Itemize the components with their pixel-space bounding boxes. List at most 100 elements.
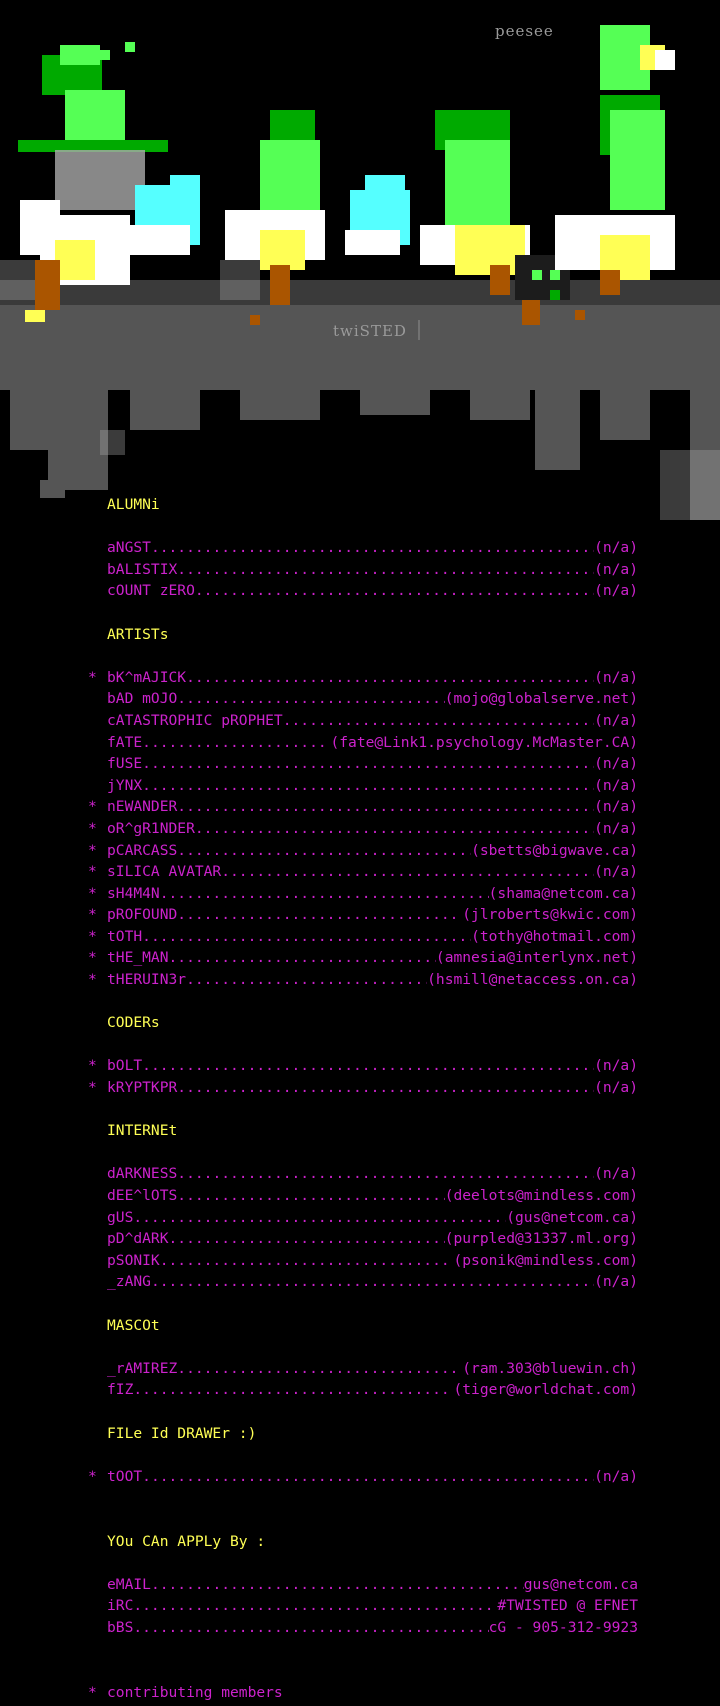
member-line: dARKNESS (n/a) [107, 1163, 638, 1185]
member-entry: jYNX (n/a) [0, 775, 720, 797]
member-line: pD^dARK (purpled@31337.ml.org) [107, 1228, 638, 1250]
member-contact: (n/a) [594, 668, 638, 686]
member-contact: (n/a) [594, 582, 638, 600]
active-member-star: * [88, 927, 97, 945]
dot-leader [177, 559, 594, 581]
member-contact: (deelots@mindless.com) [444, 1187, 638, 1204]
member-line: bOLT (n/a) [107, 1055, 638, 1077]
member-name: pROFOUND [107, 906, 178, 924]
member-entry: _rAMIREZ (ram.303@bluewin.ch) [0, 1358, 720, 1380]
member-line: eMAIL gus@netcom.ca [107, 1574, 638, 1596]
dot-leader [151, 1574, 524, 1596]
active-member-star: * [88, 884, 97, 902]
section-heading-text: YOu CAn APPLy By : [107, 1532, 266, 1550]
dot-leader [177, 1185, 444, 1207]
member-line: bK^mAJICK (n/a) [107, 667, 638, 689]
footer-note-text: contributing members [107, 1683, 283, 1701]
member-entry: * kRYPTKPR (n/a) [0, 1077, 720, 1099]
dot-leader [133, 1207, 506, 1229]
member-line: gUS (gus@netcom.ca) [107, 1207, 638, 1229]
member-name: bK^mAJICK [107, 668, 187, 686]
member-line: _rAMIREZ (ram.303@bluewin.ch) [107, 1358, 638, 1380]
section-heading: INTERNEt [0, 1120, 720, 1142]
member-contact: (n/a) [594, 1467, 638, 1485]
active-member-star: * [88, 668, 97, 686]
member-contact: (n/a) [594, 711, 638, 729]
member-name: bOLT [107, 1057, 143, 1075]
dot-leader [142, 732, 330, 754]
member-contact: cG - 905-312-9923 [488, 1618, 638, 1636]
active-member-star: * [88, 971, 97, 989]
member-name: tHE_MAN [107, 949, 169, 967]
member-entry: * tOOT (n/a) [0, 1466, 720, 1488]
member-name: fUSE [107, 755, 143, 773]
dot-leader [177, 688, 444, 710]
member-contact: (n/a) [594, 1057, 638, 1075]
member-name: iRC [107, 1597, 134, 1615]
member-name: _zANG [107, 1273, 151, 1291]
member-contact: (mojo@globalserve.net) [444, 690, 638, 708]
member-contact: (n/a) [594, 863, 638, 881]
dot-leader [177, 1358, 462, 1380]
dot-leader [160, 1250, 454, 1272]
member-line: cATASTROPHIC pROPHET (n/a) [107, 710, 638, 732]
member-name: tHERUIN3r [107, 971, 187, 989]
member-contact: (shama@netcom.ca) [488, 884, 638, 902]
dot-leader [195, 818, 594, 840]
member-name: cOUNT zERO [107, 582, 195, 600]
dot-leader [177, 1163, 594, 1185]
section-heading-text: INTERNEt [107, 1122, 178, 1140]
active-member-star: * [88, 1057, 97, 1075]
dot-leader [177, 1077, 594, 1099]
green-figure-1 [18, 42, 168, 310]
member-name: tOTH [107, 927, 143, 945]
member-contact: (n/a) [594, 539, 638, 557]
member-line: kRYPTKPR (n/a) [107, 1077, 638, 1099]
member-contact: (n/a) [594, 1165, 638, 1183]
member-entry: cOUNT zERO (n/a) [0, 580, 720, 602]
cyan-blob-1 [130, 175, 200, 255]
member-entry: fIZ (tiger@worldchat.com) [0, 1379, 720, 1401]
member-name: tOOT [107, 1467, 143, 1485]
member-line: tHERUIN3r (hsmill@netaccess.on.ca) [107, 969, 638, 991]
member-contact: (amnesia@interlynx.net) [435, 949, 638, 967]
dot-leader [133, 1617, 488, 1639]
dot-leader [142, 926, 471, 948]
dot-leader [142, 1466, 594, 1488]
member-entry: * oR^gR1NDER (n/a) [0, 818, 720, 840]
section-heading: ARTISTs [0, 624, 720, 646]
member-line: tHE_MAN (amnesia@interlynx.net) [107, 947, 638, 969]
member-contact: (tiger@worldchat.com) [453, 1381, 638, 1399]
dot-leader [142, 1055, 594, 1077]
dot-leader [221, 861, 594, 883]
member-entry: aNGST (n/a) [0, 537, 720, 559]
member-line: fIZ (tiger@worldchat.com) [107, 1379, 638, 1401]
member-entry: * sILICA AVATAR (n/a) [0, 861, 720, 883]
section-heading-text: CODERs [107, 1014, 160, 1032]
member-line: iRC #TWISTED @ EFNET [107, 1595, 638, 1617]
member-entry: * tOTH (tothy@hotmail.com) [0, 926, 720, 948]
member-name: eMAIL [107, 1575, 151, 1593]
member-contact: (n/a) [594, 798, 638, 816]
dot-leader [169, 1228, 445, 1250]
member-name: dARKNESS [107, 1165, 178, 1183]
artist-tag: peesee [495, 22, 554, 40]
footer-note: * contributing members [0, 1682, 720, 1704]
member-line: pSONIK (psonik@mindless.com) [107, 1250, 638, 1272]
member-line: tOOT (n/a) [107, 1466, 638, 1488]
member-entry: * bK^mAJICK (n/a) [0, 667, 720, 689]
member-line: aNGST (n/a) [107, 537, 638, 559]
green-figure-3 [420, 110, 530, 295]
member-entry: dARKNESS (n/a) [0, 1163, 720, 1185]
member-name: fATE [107, 733, 143, 751]
member-name: bALISTIX [107, 560, 178, 578]
section-heading: ALUMNi [0, 494, 720, 516]
member-name: gUS [107, 1208, 134, 1226]
